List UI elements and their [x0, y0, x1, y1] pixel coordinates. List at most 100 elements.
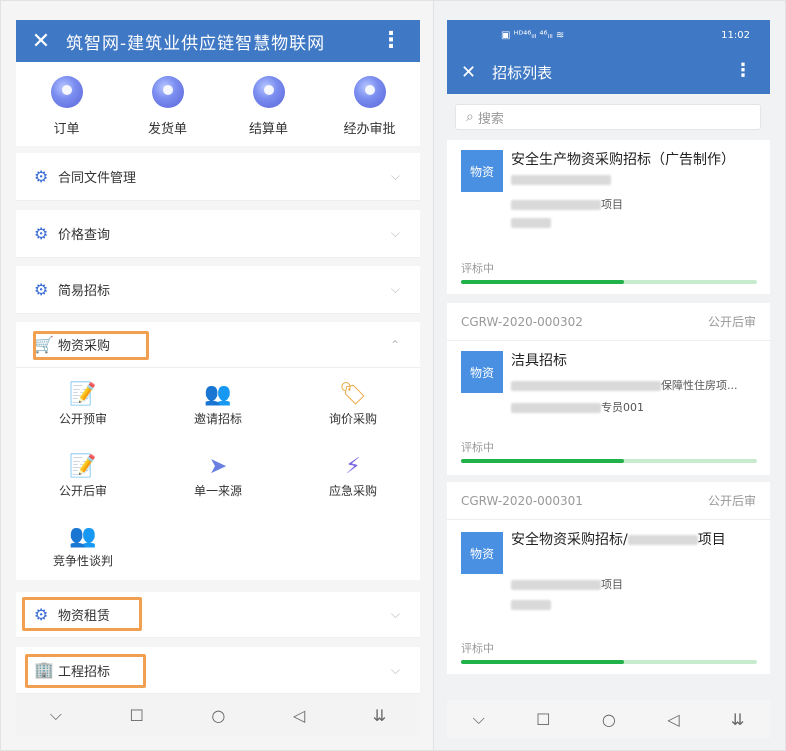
tender-card[interactable]: 物资 安全生产物资采购招标（广告制作） 项目 评标中: [447, 140, 770, 294]
procurement-grid: 📝 公开预审 👥 邀请招标 🏷 询价采购 📝 公开后审 ➤ 单一来源 ⚡ 应急采…: [16, 368, 420, 580]
nav-back-icon[interactable]: ◁: [667, 710, 679, 729]
signal-icon: ▣ ᴴᴰ⁴⁶ᵢₗₗ ⁴⁶ᵢₗₗ ≋: [501, 30, 565, 41]
chevron-down-icon: ⌵: [390, 282, 400, 296]
tender-owner: 专员001: [511, 399, 644, 415]
highlight-box: [33, 331, 149, 360]
more-menu-icon[interactable]: ⋮: [380, 28, 402, 53]
tender-code: CGRW-2020-000301: [461, 493, 583, 508]
arrow-icon: ➤: [208, 454, 228, 479]
order-icon: [50, 76, 83, 108]
grid-item-single-source[interactable]: ➤ 单一来源: [163, 454, 273, 499]
card-header: CGRW-2020-000301 公开后审: [447, 482, 770, 520]
chevron-down-icon: ⌵: [390, 226, 400, 240]
screenshot-page: ✕ 筑智网-建筑业供应链智慧物联网 ⋮ 订单 发货单 结算单 经办审批 ⚙ 合同文…: [0, 0, 786, 751]
search-icon: ⌕: [466, 109, 474, 125]
quick-label: 结算单: [248, 122, 288, 137]
nav-back-icon[interactable]: ◁: [293, 706, 305, 725]
nav-pull-icon[interactable]: ⇊: [373, 706, 386, 725]
nav-home-icon[interactable]: ○: [211, 706, 225, 725]
users-icon: 👥: [69, 524, 97, 549]
quick-item-order[interactable]: 订单: [16, 62, 117, 146]
quick-label: 发货单: [147, 122, 187, 137]
tender-title: 安全物资采购招标/项目: [511, 532, 726, 548]
nav-home-icon[interactable]: ○: [602, 710, 616, 729]
grid-label: 单一来源: [193, 484, 242, 498]
tender-card[interactable]: CGRW-2020-000302 公开后审 物资 洁具招标 保障性住房项... …: [447, 303, 770, 475]
grid-item-inquiry[interactable]: 🏷 询价采购: [298, 382, 408, 427]
tag-icon: 🏷: [339, 382, 367, 407]
document-icon: 📝: [69, 454, 97, 479]
search-input[interactable]: ⌕ 搜索: [455, 104, 761, 130]
tender-project: 项目: [511, 196, 623, 212]
grid-item-open-prequal[interactable]: 📝 公开预审: [28, 382, 138, 427]
section-label: 合同文件管理: [58, 171, 137, 186]
left-system-navbar: ⌵ ☐ ○ ◁ ⇊: [16, 694, 420, 736]
progress-fill: [461, 660, 624, 664]
tender-title: 洁具招标: [511, 353, 567, 369]
nav-square-icon[interactable]: ☐: [129, 706, 143, 725]
grid-item-invite-tender[interactable]: 👥 邀请招标: [163, 382, 273, 427]
section-contract-files[interactable]: ⚙ 合同文件管理 ⌵: [16, 153, 420, 201]
quick-item-shipment[interactable]: 发货单: [117, 62, 218, 146]
lightning-icon: ⚡: [345, 454, 361, 479]
close-icon[interactable]: ✕: [461, 62, 476, 83]
quick-item-approval[interactable]: 经办审批: [319, 62, 420, 146]
nav-pull-icon[interactable]: ⇊: [731, 710, 744, 729]
nav-square-icon[interactable]: ☐: [536, 710, 550, 729]
quick-label: 订单: [53, 122, 80, 137]
tender-card[interactable]: CGRW-2020-000301 公开后审 物资 安全物资采购招标/项目 项目 …: [447, 482, 770, 674]
users-icon: 👥: [204, 382, 232, 407]
material-badge: 物资: [461, 150, 503, 192]
tender-project: 保障性住房项...: [511, 377, 738, 393]
highlight-box: [25, 654, 146, 688]
progress-label: 评标中: [461, 262, 494, 275]
document-icon: 📝: [69, 382, 97, 407]
tender-code: CGRW-2020-000302: [461, 314, 583, 329]
tender-status: 公开后审: [707, 315, 756, 329]
gear-icon: ⚙: [34, 223, 49, 243]
grid-item-emergency[interactable]: ⚡ 应急采购: [298, 454, 408, 499]
quick-actions: 订单 发货单 结算单 经办审批: [16, 62, 420, 146]
right-system-navbar: ⌵ ☐ ○ ◁ ⇊: [447, 700, 770, 738]
tender-title: 安全生产物资采购招标（广告制作）: [511, 150, 758, 190]
section-simple-tender[interactable]: ⚙ 简易招标 ⌵: [16, 266, 420, 314]
grid-label: 询价采购: [328, 412, 377, 426]
nav-down-icon[interactable]: ⌵: [50, 705, 62, 725]
right-app-header: ▣ ᴴᴰ⁴⁶ᵢₗₗ ⁴⁶ᵢₗₗ ≋ 11:02 ✕ 招标列表 ⋮: [447, 20, 770, 94]
tender-project: 项目: [511, 576, 623, 592]
left-app-header: ✕ 筑智网-建筑业供应链智慧物联网 ⋮: [16, 20, 420, 62]
approval-icon: [353, 76, 386, 108]
section-price-query[interactable]: ⚙ 价格查询 ⌵: [16, 210, 420, 258]
close-icon[interactable]: ✕: [16, 29, 66, 54]
chevron-down-icon: ⌵: [390, 662, 400, 677]
chevron-up-icon: ⌃: [389, 337, 400, 352]
gear-icon: ⚙: [34, 166, 49, 186]
section-label: 价格查询: [58, 228, 111, 243]
progress-bar: [461, 459, 757, 463]
grid-label: 竞争性谈判: [52, 554, 113, 568]
quick-label: 经办审批: [343, 122, 396, 137]
status-time: 11:02: [721, 30, 750, 41]
grid-label: 公开后审: [58, 484, 107, 498]
grid-item-open-posteval[interactable]: 📝 公开后审: [28, 454, 138, 499]
material-badge: 物资: [461, 532, 503, 574]
progress-bar: [461, 280, 757, 284]
grid-item-negotiation[interactable]: 👥 竞争性谈判: [28, 524, 138, 569]
tender-meta: [511, 216, 551, 229]
progress-fill: [461, 459, 624, 463]
nav-down-icon[interactable]: ⌵: [473, 709, 485, 729]
section-label: 简易招标: [58, 284, 111, 299]
highlight-box: [22, 597, 142, 631]
more-menu-icon[interactable]: ⋮: [734, 60, 752, 81]
app-title: 筑智网-建筑业供应链智慧物联网: [66, 33, 326, 54]
chevron-down-icon: ⌵: [390, 607, 400, 621]
tender-status: 公开后审: [707, 494, 756, 508]
progress-bar: [461, 660, 757, 664]
settlement-icon: [252, 76, 285, 108]
progress-label: 评标中: [461, 642, 494, 655]
quick-item-settlement[interactable]: 结算单: [218, 62, 319, 146]
shipment-icon: [151, 76, 184, 108]
search-placeholder: 搜索: [477, 111, 504, 127]
page-title: 招标列表: [492, 64, 553, 82]
gear-icon: ⚙: [34, 279, 49, 299]
